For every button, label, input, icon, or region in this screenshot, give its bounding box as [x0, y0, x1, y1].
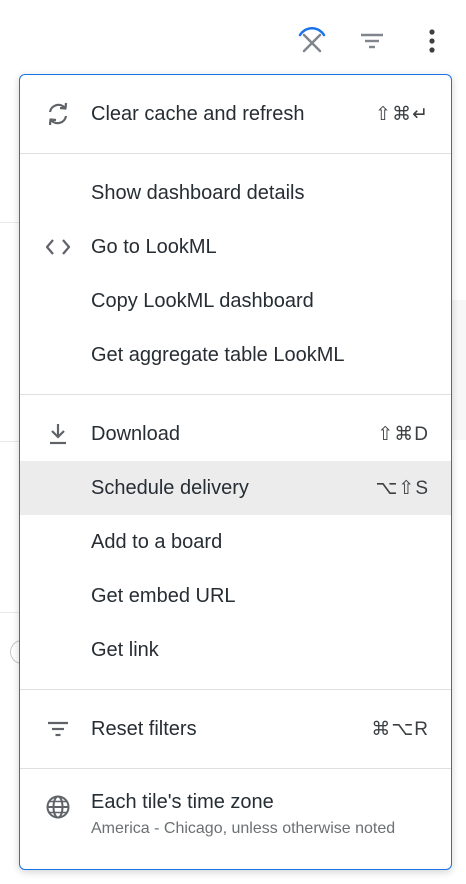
menu-item-sublabel: America - Chicago, unless otherwise note… — [91, 820, 396, 837]
menu-item-label: Show dashboard details — [91, 181, 305, 204]
menu-item-label: Reset filters — [91, 717, 197, 740]
menu-item-label: Copy LookML dashboard — [91, 289, 314, 312]
keyboard-shortcut: ⇧⌘D — [377, 423, 429, 445]
menu-section-refresh: Clear cache and refresh ⇧⌘↵ — [20, 75, 451, 154]
blank-icon-slot — [42, 472, 74, 504]
menu-item-get-embed-url[interactable]: Get embed URL — [20, 569, 451, 623]
menu-item-download[interactable]: Download ⇧⌘D — [20, 407, 451, 461]
cancel-loading-button[interactable] — [292, 21, 332, 61]
menu-section-share: Download ⇧⌘D Schedule delivery ⌥⇧S Add t… — [20, 395, 451, 690]
dashboard-actions-menu: Clear cache and refresh ⇧⌘↵ Show dashboa… — [19, 74, 452, 870]
menu-item-label: Get link — [91, 638, 159, 661]
keyboard-shortcut: ⇧⌘↵ — [375, 103, 429, 125]
refresh-icon — [42, 98, 74, 130]
menu-item-get-link[interactable]: Get link — [20, 623, 451, 677]
menu-item-add-to-a-board[interactable]: Add to a board — [20, 515, 451, 569]
dashboard-toolbar — [292, 18, 452, 64]
menu-section-filters: Reset filters ⌘⌥R — [20, 690, 451, 769]
menu-item-label: Download — [91, 422, 180, 445]
more-options-button[interactable] — [412, 21, 452, 61]
filter-toggle-button[interactable] — [352, 21, 392, 61]
blank-icon-slot — [42, 339, 74, 371]
keyboard-shortcut: ⌘⌥R — [371, 718, 429, 740]
loading-cancel-icon — [298, 26, 326, 53]
menu-item-text: Each tile's time zone America - Chicago,… — [91, 791, 395, 838]
menu-item-label: Each tile's time zone — [91, 791, 274, 813]
blank-icon-slot — [42, 526, 74, 558]
blank-icon-slot — [42, 177, 74, 209]
filter-icon — [361, 33, 383, 49]
menu-item-label: Get aggregate table LookML — [91, 343, 345, 366]
menu-item-copy-lookml-dashboard[interactable]: Copy LookML dashboard — [20, 274, 451, 328]
menu-item-label: Get embed URL — [91, 584, 236, 607]
globe-icon — [42, 791, 74, 823]
download-icon — [42, 418, 74, 450]
keyboard-shortcut: ⌥⇧S — [375, 477, 429, 499]
more-vertical-icon — [429, 29, 435, 53]
menu-item-get-aggregate-table-lookml[interactable]: Get aggregate table LookML — [20, 328, 451, 382]
blank-icon-slot — [42, 580, 74, 612]
menu-item-show-dashboard-details[interactable]: Show dashboard details — [20, 166, 451, 220]
menu-section-timezone: Each tile's time zone America - Chicago,… — [20, 769, 451, 867]
menu-item-schedule-delivery[interactable]: Schedule delivery ⌥⇧S — [20, 461, 451, 515]
menu-item-label: Add to a board — [91, 530, 223, 553]
code-icon — [42, 231, 74, 263]
filter-icon — [42, 713, 74, 745]
menu-section-lookml: Show dashboard details Go to LookML Copy… — [20, 154, 451, 395]
menu-item-go-to-lookml[interactable]: Go to LookML — [20, 220, 451, 274]
menu-item-reset-filters[interactable]: Reset filters ⌘⌥R — [20, 702, 451, 756]
menu-item-clear-cache-and-refresh[interactable]: Clear cache and refresh ⇧⌘↵ — [20, 87, 451, 141]
menu-item-label: Schedule delivery — [91, 476, 249, 499]
menu-item-label: Go to LookML — [91, 235, 217, 258]
menu-item-label: Clear cache and refresh — [91, 102, 305, 125]
blank-icon-slot — [42, 634, 74, 666]
blank-icon-slot — [42, 285, 74, 317]
menu-item-each-tiles-time-zone[interactable]: Each tile's time zone America - Chicago,… — [20, 781, 451, 855]
